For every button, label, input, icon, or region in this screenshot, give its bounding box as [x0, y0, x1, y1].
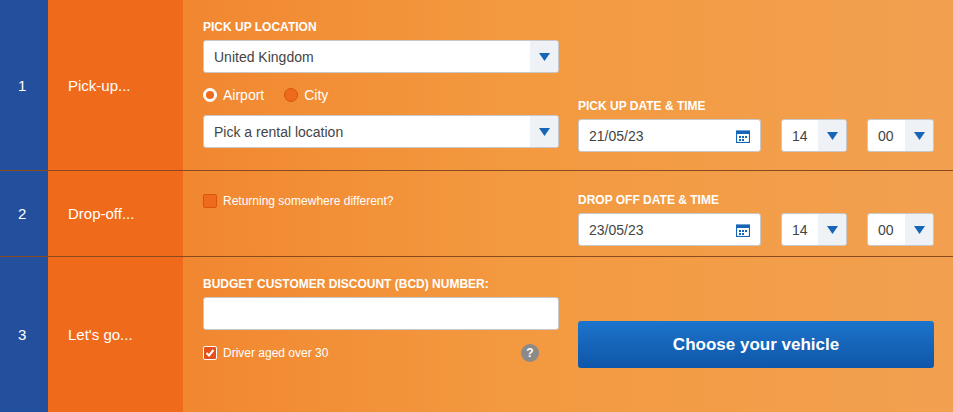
- go-content: BUDGET CUSTOMER DISCOUNT (BCD) NUMBER: Dr…: [183, 257, 953, 412]
- pickup-datetime-label: PICK UP DATE & TIME: [578, 99, 934, 113]
- dropoff-hour-select[interactable]: 14: [781, 213, 847, 246]
- dropdown-arrow-icon: [818, 120, 846, 151]
- dropdown-arrow-icon: [530, 41, 558, 72]
- dropoff-row: 2Drop-off...Returning somewhere differen…: [0, 171, 953, 257]
- step-label: Drop-off...: [48, 171, 183, 256]
- radio-icon: [203, 88, 217, 102]
- step-number: 1: [0, 0, 48, 170]
- dropoff-datetime-label: DROP OFF DATE & TIME: [578, 193, 934, 207]
- dropoff-date-field[interactable]: 23/05/23: [578, 213, 761, 246]
- rental-location-select[interactable]: Pick a rental location: [203, 115, 559, 148]
- pickup-date-field[interactable]: 21/05/23: [578, 119, 761, 152]
- pickup-minute-select[interactable]: 00: [867, 119, 934, 152]
- pickup-row: 1Pick-up... PICK UP LOCATION United Kingdo…: [0, 0, 953, 171]
- go-row: 3Let's go...BUDGET CUSTOMER DISCOUNT (BC…: [0, 257, 953, 412]
- checkbox-icon: [203, 194, 217, 208]
- pickup-hour-select[interactable]: 14: [781, 119, 847, 152]
- step-label: Let's go...: [48, 257, 183, 412]
- step-label: Pick-up...: [48, 0, 183, 170]
- checkbox-icon: [203, 346, 217, 360]
- dropdown-arrow-icon: [905, 214, 933, 245]
- step-number: 2: [0, 171, 48, 256]
- dropoff-datetime: DROP OFF DATE & TIME 23/05/23 14 00: [578, 192, 934, 246]
- location-type-group: Airport City: [203, 73, 559, 115]
- country-select[interactable]: United Kingdom: [203, 40, 559, 73]
- calendar-icon: [736, 129, 750, 143]
- location-label: PICK UP LOCATION: [203, 20, 559, 34]
- pickup-content: PICK UP LOCATION United Kingdom Airport Cit…: [183, 0, 953, 170]
- return-different-checkbox[interactable]: Returning somewhere different?: [203, 194, 559, 208]
- calendar-icon: [736, 223, 750, 237]
- dropoff-location: Returning somewhere different?: [203, 192, 559, 246]
- pickup-location: PICK UP LOCATION United Kingdom Airport Cit…: [203, 20, 559, 152]
- bcd-section: BUDGET CUSTOMER DISCOUNT (BCD) NUMBER: Dr…: [203, 277, 559, 394]
- bcd-label: BUDGET CUSTOMER DISCOUNT (BCD) NUMBER:: [203, 277, 559, 291]
- submit-section: Choose your vehicle: [578, 277, 934, 394]
- dropdown-arrow-icon: [905, 120, 933, 151]
- location-type-radio[interactable]: Airport: [203, 87, 264, 103]
- dropoff-content: Returning somewhere different? DROP OFF D…: [183, 171, 953, 256]
- radio-icon: [284, 88, 298, 102]
- step-number: 3: [0, 257, 48, 412]
- booking-widget: 1Pick-up... PICK UP LOCATION United Kingdo…: [0, 0, 953, 412]
- driver-age-checkbox[interactable]: Driver aged over 30: [203, 346, 328, 360]
- bcd-input[interactable]: [203, 297, 559, 330]
- choose-vehicle-button[interactable]: Choose your vehicle: [578, 321, 934, 368]
- dropdown-arrow-icon: [530, 116, 558, 147]
- location-type-radio[interactable]: City: [284, 87, 328, 103]
- pickup-datetime: PICK UP DATE & TIME 21/05/23 14 00: [578, 20, 934, 152]
- dropoff-minute-select[interactable]: 00: [867, 213, 934, 246]
- dropdown-arrow-icon: [818, 214, 846, 245]
- help-button[interactable]: ?: [521, 344, 539, 362]
